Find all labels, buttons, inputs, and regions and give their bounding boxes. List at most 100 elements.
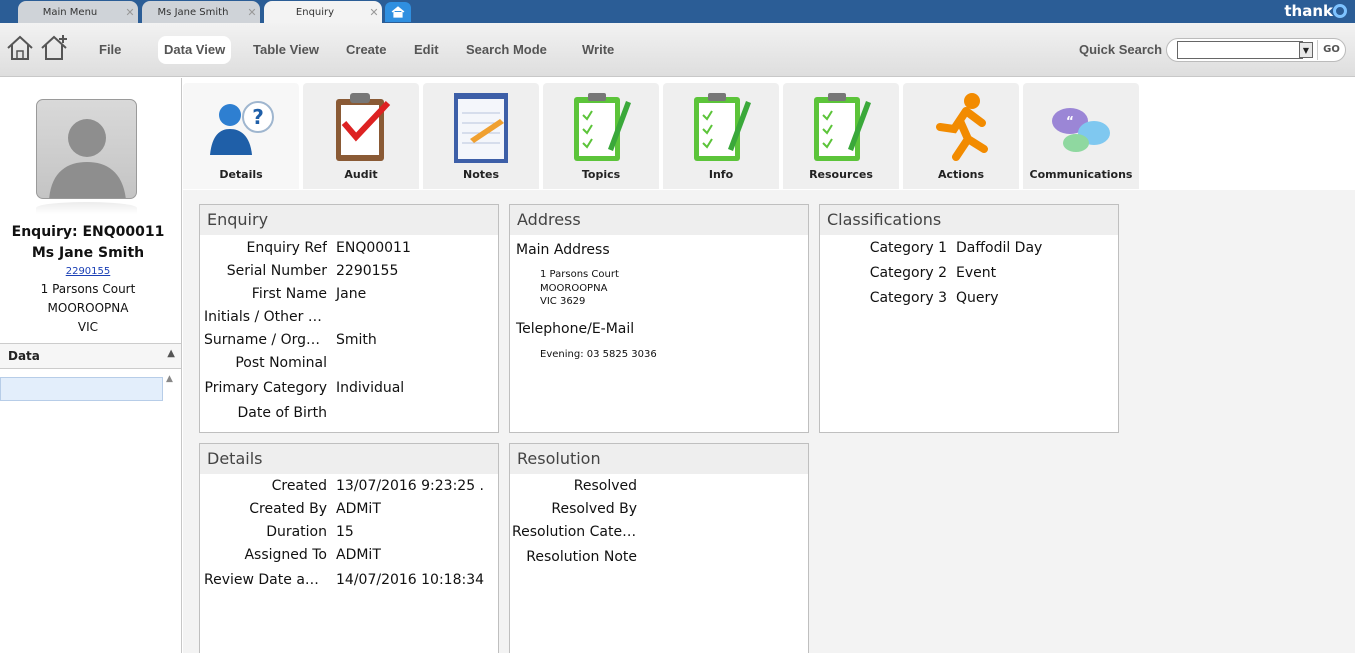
data-section-header[interactable]: Data ▲ xyxy=(0,343,181,369)
chevron-up-icon[interactable]: ▲ xyxy=(167,348,175,359)
tab-enquiry[interactable]: Enquiry ✕ xyxy=(264,1,382,23)
scroll-up-icon[interactable]: ▲ xyxy=(166,374,173,384)
field-label: Serial Number xyxy=(226,263,327,279)
field-label: Review Date and... xyxy=(204,572,327,588)
clipboard-check-icon xyxy=(336,93,391,161)
field-value[interactable]: Individual xyxy=(336,380,404,396)
field-label: Category 1 xyxy=(869,240,947,256)
module-label: Communications xyxy=(1029,168,1133,181)
record-title: Enquiry: ENQ00011 xyxy=(11,224,165,240)
tab-label: Ms Jane Smith xyxy=(157,6,229,18)
menu-file[interactable]: File xyxy=(93,36,127,64)
menu-write[interactable]: Write xyxy=(576,36,620,64)
field-label: Assigned To xyxy=(244,547,327,563)
panel-title: Enquiry xyxy=(200,205,498,235)
classifications-panel: Classifications Category 1 Daffodil Day … xyxy=(819,204,1119,433)
menu-create[interactable]: Create xyxy=(340,36,392,64)
field-label: Category 3 xyxy=(869,290,947,306)
field-value[interactable]: 13/07/2016 9:23:25 . xyxy=(336,478,484,494)
menu-data-view[interactable]: Data View xyxy=(158,36,232,64)
menu-search-mode[interactable]: Search Mode xyxy=(460,36,553,64)
serial-link[interactable]: 2290155 xyxy=(0,266,176,277)
tab-label: Enquiry xyxy=(295,6,335,18)
field-label: Created xyxy=(271,478,327,494)
new-tab-button[interactable] xyxy=(385,2,411,22)
home-add-icon xyxy=(41,35,67,60)
field-label: Created By xyxy=(249,501,327,517)
field-value[interactable]: Smith xyxy=(336,332,377,348)
panel-title: Address xyxy=(510,205,808,235)
panel-title: Classifications xyxy=(820,205,1118,235)
module-tab-actions[interactable]: Actions xyxy=(903,83,1019,189)
field-value[interactable]: 15 xyxy=(336,524,354,540)
module-tab-audit[interactable]: Audit xyxy=(303,83,419,189)
field-label: Enquiry Ref xyxy=(246,240,328,256)
module-tab-resources[interactable]: Resources xyxy=(783,83,899,189)
checklist-icon xyxy=(574,93,631,161)
main-toolbar: File Data View Table View Create Edit Se… xyxy=(0,23,1355,77)
field-label: Post Nominal xyxy=(235,355,327,371)
tab-ms-jane-smith[interactable]: Ms Jane Smith ✕ xyxy=(142,1,260,23)
field-value[interactable]: Daffodil Day xyxy=(956,240,1042,256)
module-tab-topics[interactable]: Topics xyxy=(543,83,659,189)
quick-search-label: Quick Search xyxy=(1079,42,1163,57)
menu-table-view[interactable]: Table View xyxy=(247,36,325,64)
field-label: Resolved xyxy=(573,478,637,494)
field-label: Duration xyxy=(266,524,327,540)
running-man-icon xyxy=(936,93,988,161)
data-section-label: Data xyxy=(8,349,40,363)
field-label: Date of Birth xyxy=(237,405,327,421)
telephone-heading: Telephone/E-Mail xyxy=(516,321,635,337)
person-question-icon: ? xyxy=(210,101,274,155)
module-label: Notes xyxy=(462,168,500,181)
field-value[interactable]: Jane xyxy=(336,286,366,302)
tab-label: Main Menu xyxy=(42,6,98,18)
module-label: Resources xyxy=(809,168,873,181)
document-tab-strip: Main Menu ✕ Ms Jane Smith ✕ Enquiry ✕ th… xyxy=(0,0,1355,23)
svg-text:?: ? xyxy=(252,105,264,129)
address-panel: Address Main Address 1 Parsons Court MOO… xyxy=(509,204,809,433)
close-icon[interactable]: ✕ xyxy=(122,6,138,19)
add-home-button[interactable] xyxy=(39,33,69,63)
address-line-1: 1 Parsons Court xyxy=(40,282,136,296)
field-value[interactable]: 2290155 xyxy=(336,263,398,279)
quick-search-go-button[interactable]: GO xyxy=(1317,40,1345,60)
module-tab-info[interactable]: Info xyxy=(663,83,779,189)
quick-search-box: ▼ GO xyxy=(1166,38,1346,62)
quick-search-input[interactable] xyxy=(1177,41,1303,59)
address-line-3: VIC xyxy=(77,320,99,334)
module-label: Actions xyxy=(938,168,984,181)
field-value[interactable]: 14/07/2016 10:18:34 xyxy=(336,572,484,588)
field-label: Initials / Other Na... xyxy=(204,309,327,325)
data-list-item[interactable] xyxy=(0,377,163,401)
close-icon[interactable]: ✕ xyxy=(366,6,382,19)
enquiry-panel: Enquiry Enquiry Ref ENQ00011 Serial Numb… xyxy=(199,204,499,433)
module-tab-communications[interactable]: “ Communications xyxy=(1023,83,1139,189)
module-label: Audit xyxy=(344,168,378,181)
address-line: VIC 3629 xyxy=(540,296,586,307)
field-value[interactable]: Event xyxy=(956,265,996,281)
field-value[interactable]: ADMiT xyxy=(336,547,381,563)
telephone-line: Evening: 03 5825 3036 xyxy=(540,349,657,360)
tab-main-menu[interactable]: Main Menu ✕ xyxy=(18,1,138,23)
field-label: Category 2 xyxy=(869,265,947,281)
module-tab-bar: ? Details Audit Notes Topics Info Resour… xyxy=(183,78,1355,190)
field-value[interactable]: ENQ00011 xyxy=(336,240,411,256)
home-icon xyxy=(7,35,33,60)
close-icon[interactable]: ✕ xyxy=(244,6,260,19)
resolution-panel: Resolution Resolved Resolved By Resoluti… xyxy=(509,443,809,653)
module-tab-notes[interactable]: Notes xyxy=(423,83,539,189)
chevron-down-icon[interactable]: ▼ xyxy=(1299,42,1313,58)
avatar xyxy=(36,99,137,199)
home-button[interactable] xyxy=(5,33,35,63)
field-label: Resolution Category xyxy=(512,524,637,540)
field-value[interactable]: ADMiT xyxy=(336,501,381,517)
field-label: First Name xyxy=(251,286,327,302)
field-label: Resolution Note xyxy=(526,549,637,565)
record-summary-panel: Enquiry: ENQ00011 Ms Jane Smith 2290155 … xyxy=(0,78,182,653)
module-tab-details[interactable]: ? Details xyxy=(183,83,299,189)
address-line: 1 Parsons Court xyxy=(540,269,619,280)
menu-edit[interactable]: Edit xyxy=(408,36,445,64)
field-value[interactable]: Query xyxy=(956,290,999,306)
svg-text:“: “ xyxy=(1066,114,1074,128)
